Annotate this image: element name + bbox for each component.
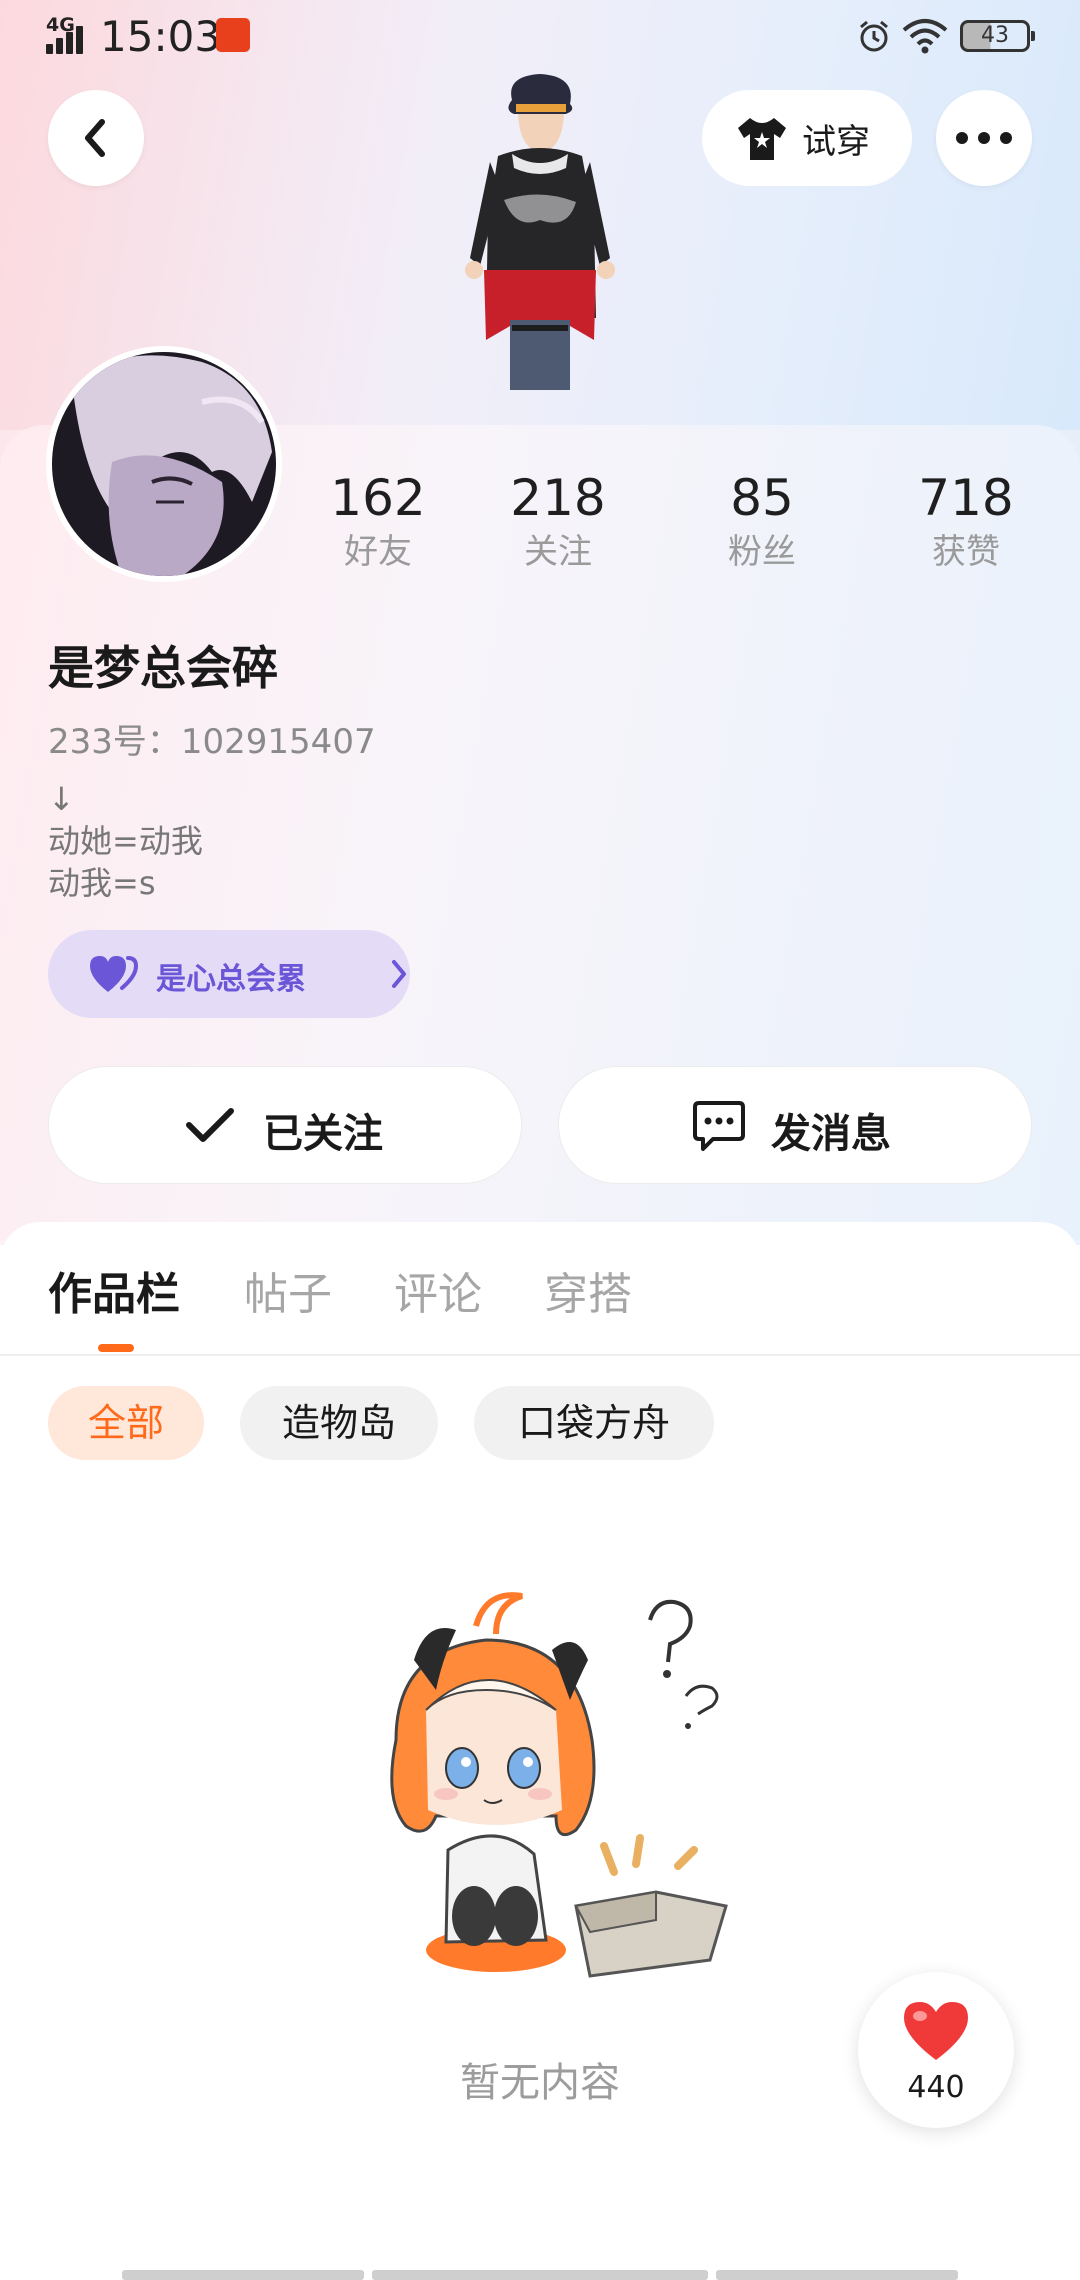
more-dots-icon (956, 132, 1012, 144)
avatar[interactable] (46, 346, 282, 582)
tab-comments[interactable]: 评论 (394, 1258, 482, 1322)
tab-outfits[interactable]: 穿搭 (544, 1258, 632, 1322)
stat-label: 粉丝 (728, 532, 796, 572)
empty-state-illustration (390, 1592, 728, 1978)
filter-all[interactable]: 全部 (48, 1386, 204, 1460)
avatar-3d-character[interactable] (420, 70, 660, 430)
tab-posts[interactable]: 帖子 (244, 1258, 332, 1322)
stat-value: 162 (330, 469, 426, 527)
back-button[interactable] (48, 90, 144, 186)
stat-label: 关注 (524, 532, 592, 572)
try-on-label: 试穿 (802, 122, 870, 162)
filter-pocket-ark[interactable]: 口袋方舟 (474, 1386, 714, 1460)
check-icon (186, 1108, 234, 1142)
tab-indicator (98, 1344, 134, 1352)
username: 是梦总会碎 (48, 641, 278, 695)
stat-fans[interactable]: 85 粉丝 (682, 468, 842, 576)
like-floating-button[interactable]: 440 (858, 1972, 1014, 2128)
divider (0, 1354, 1080, 1356)
stat-value: 85 (730, 469, 794, 527)
user-id[interactable]: 233号：102915407 (48, 714, 376, 763)
try-on-button[interactable]: 试穿 (702, 90, 912, 186)
club-label: 是心总会累 (156, 962, 306, 997)
avatar-image (52, 352, 276, 576)
gesture-bar-segment (716, 2270, 958, 2280)
gesture-bar-segment (122, 2270, 364, 2280)
club-badge[interactable]: 是心总会累 (48, 930, 410, 1018)
stat-label: 好友 (344, 532, 412, 572)
message-button[interactable]: 发消息 (558, 1066, 1032, 1184)
like-count: 440 (907, 2070, 965, 2105)
message-label: 发消息 (771, 1111, 891, 1157)
stat-likes[interactable]: 718 获赞 (886, 468, 1046, 576)
status-time: 15:03 (100, 12, 222, 61)
bio: ↓ 动她=动我 动我=s (48, 780, 203, 902)
gesture-bar-segment (372, 2270, 708, 2280)
signal-icon: 4G (46, 14, 92, 54)
notification-app-icon (216, 18, 250, 52)
stat-value: 218 (510, 469, 606, 527)
heart-icon (904, 2002, 968, 2060)
chat-bubble-icon (693, 1101, 745, 1151)
stat-friends[interactable]: 162 好友 (298, 468, 458, 576)
following-button[interactable]: 已关注 (48, 1066, 522, 1184)
following-label: 已关注 (263, 1111, 383, 1157)
wifi-icon (902, 19, 948, 54)
tshirt-icon (738, 118, 786, 160)
double-heart-icon (90, 956, 139, 992)
filter-creation-island[interactable]: 造物岛 (240, 1386, 438, 1460)
stat-label: 获赞 (932, 532, 1000, 572)
battery-icon: 43 (960, 20, 1035, 52)
tab-works[interactable]: 作品栏 (48, 1258, 180, 1322)
chevron-right-icon (392, 960, 406, 988)
alarm-icon (860, 20, 888, 52)
back-arrow-icon (85, 119, 105, 157)
stat-following[interactable]: 218 关注 (478, 468, 638, 576)
status-bar: 4G 15:03 43 (0, 0, 1080, 72)
stat-value: 718 (918, 469, 1014, 527)
more-button[interactable] (936, 90, 1032, 186)
